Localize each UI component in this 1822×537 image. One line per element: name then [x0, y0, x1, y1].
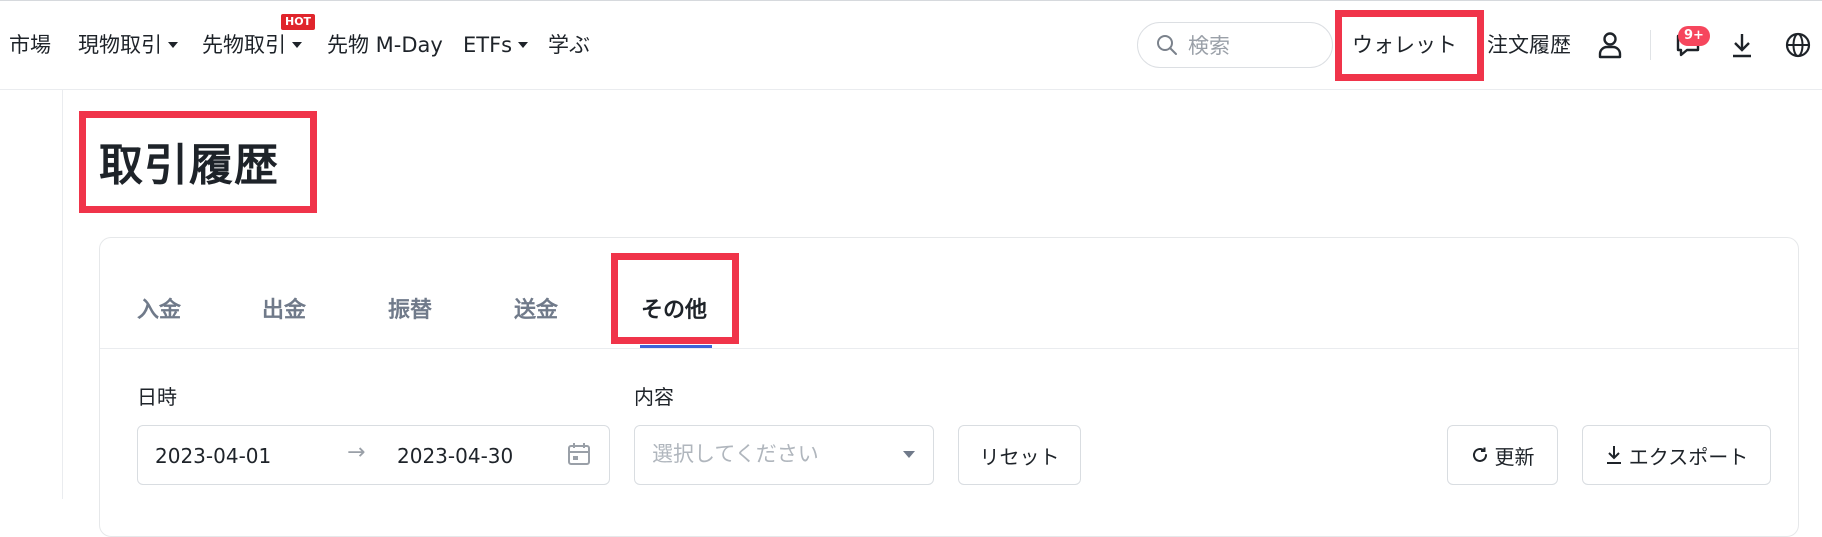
search-placeholder: 検索 — [1188, 34, 1230, 58]
nav-wallet[interactable]: ウォレット — [1352, 31, 1457, 59]
nav-futures-trading[interactable]: 先物取引 — [202, 31, 302, 59]
notification-badge: 9+ — [1678, 26, 1710, 46]
globe-icon[interactable] — [1783, 28, 1813, 62]
page-title: 取引履歴 — [99, 140, 279, 191]
nav-futures-label: 先物取引 — [202, 33, 286, 57]
caret-down-icon — [168, 42, 178, 48]
refresh-button-label: 更新 — [1494, 444, 1535, 469]
tab-transfer[interactable]: 振替 — [388, 297, 432, 325]
tab-send[interactable]: 送金 — [514, 297, 558, 325]
nav-markets[interactable]: 市場 — [9, 31, 51, 59]
date-range-arrow: → — [347, 440, 366, 465]
content-label: 内容 — [634, 385, 674, 409]
nav-divider — [1650, 30, 1651, 60]
nav-wallet-label: ウォレット — [1352, 33, 1457, 57]
nav-etfs-label: ETFs — [463, 33, 513, 57]
chevron-down-icon — [903, 451, 915, 458]
refresh-button[interactable]: 更新 — [1447, 425, 1558, 485]
hot-badge: HOT — [281, 14, 316, 30]
nav-futures-mday[interactable]: 先物 M-Day — [327, 31, 443, 59]
nav-mday-label: 先物 M-Day — [327, 33, 443, 57]
download-icon — [1606, 446, 1621, 464]
caret-down-icon — [292, 42, 302, 48]
download-icon[interactable] — [1727, 28, 1757, 62]
export-button[interactable]: エクスポート — [1582, 425, 1771, 485]
user-icon[interactable] — [1595, 28, 1625, 62]
nav-order-history[interactable]: 注文履歴 — [1487, 31, 1571, 59]
tabs-divider — [100, 348, 1798, 349]
tab-withdrawal[interactable]: 出金 — [262, 297, 306, 325]
calendar-icon[interactable] — [567, 442, 591, 466]
nav-etfs[interactable]: ETFs — [463, 31, 529, 59]
reset-button-label: リセット — [979, 444, 1060, 469]
nav-spot-trading[interactable]: 現物取引 — [78, 31, 178, 59]
reset-button[interactable]: リセット — [958, 425, 1081, 485]
nav-learn-label: 学ぶ — [548, 33, 590, 57]
tab-other[interactable]: その他 — [641, 297, 707, 325]
search-input[interactable]: 検索 — [1137, 22, 1333, 68]
refresh-icon — [1472, 447, 1487, 462]
nav-order-history-label: 注文履歴 — [1487, 33, 1571, 57]
export-button-label: エクスポート — [1628, 444, 1749, 469]
left-sidebar-rule — [62, 90, 63, 499]
start-date-input[interactable]: 2023-04-01 — [155, 443, 271, 469]
history-card — [99, 237, 1799, 537]
caret-down-icon — [518, 42, 529, 48]
search-icon — [1157, 35, 1177, 55]
end-date-input[interactable]: 2023-04-30 — [397, 443, 513, 469]
content-select-placeholder: 選択してください — [652, 442, 819, 466]
nav-spot-label: 現物取引 — [78, 33, 162, 57]
nav-learn[interactable]: 学ぶ — [548, 31, 590, 59]
nav-markets-label: 市場 — [9, 33, 51, 57]
date-label: 日時 — [137, 385, 177, 409]
tab-deposit[interactable]: 入金 — [137, 297, 181, 325]
